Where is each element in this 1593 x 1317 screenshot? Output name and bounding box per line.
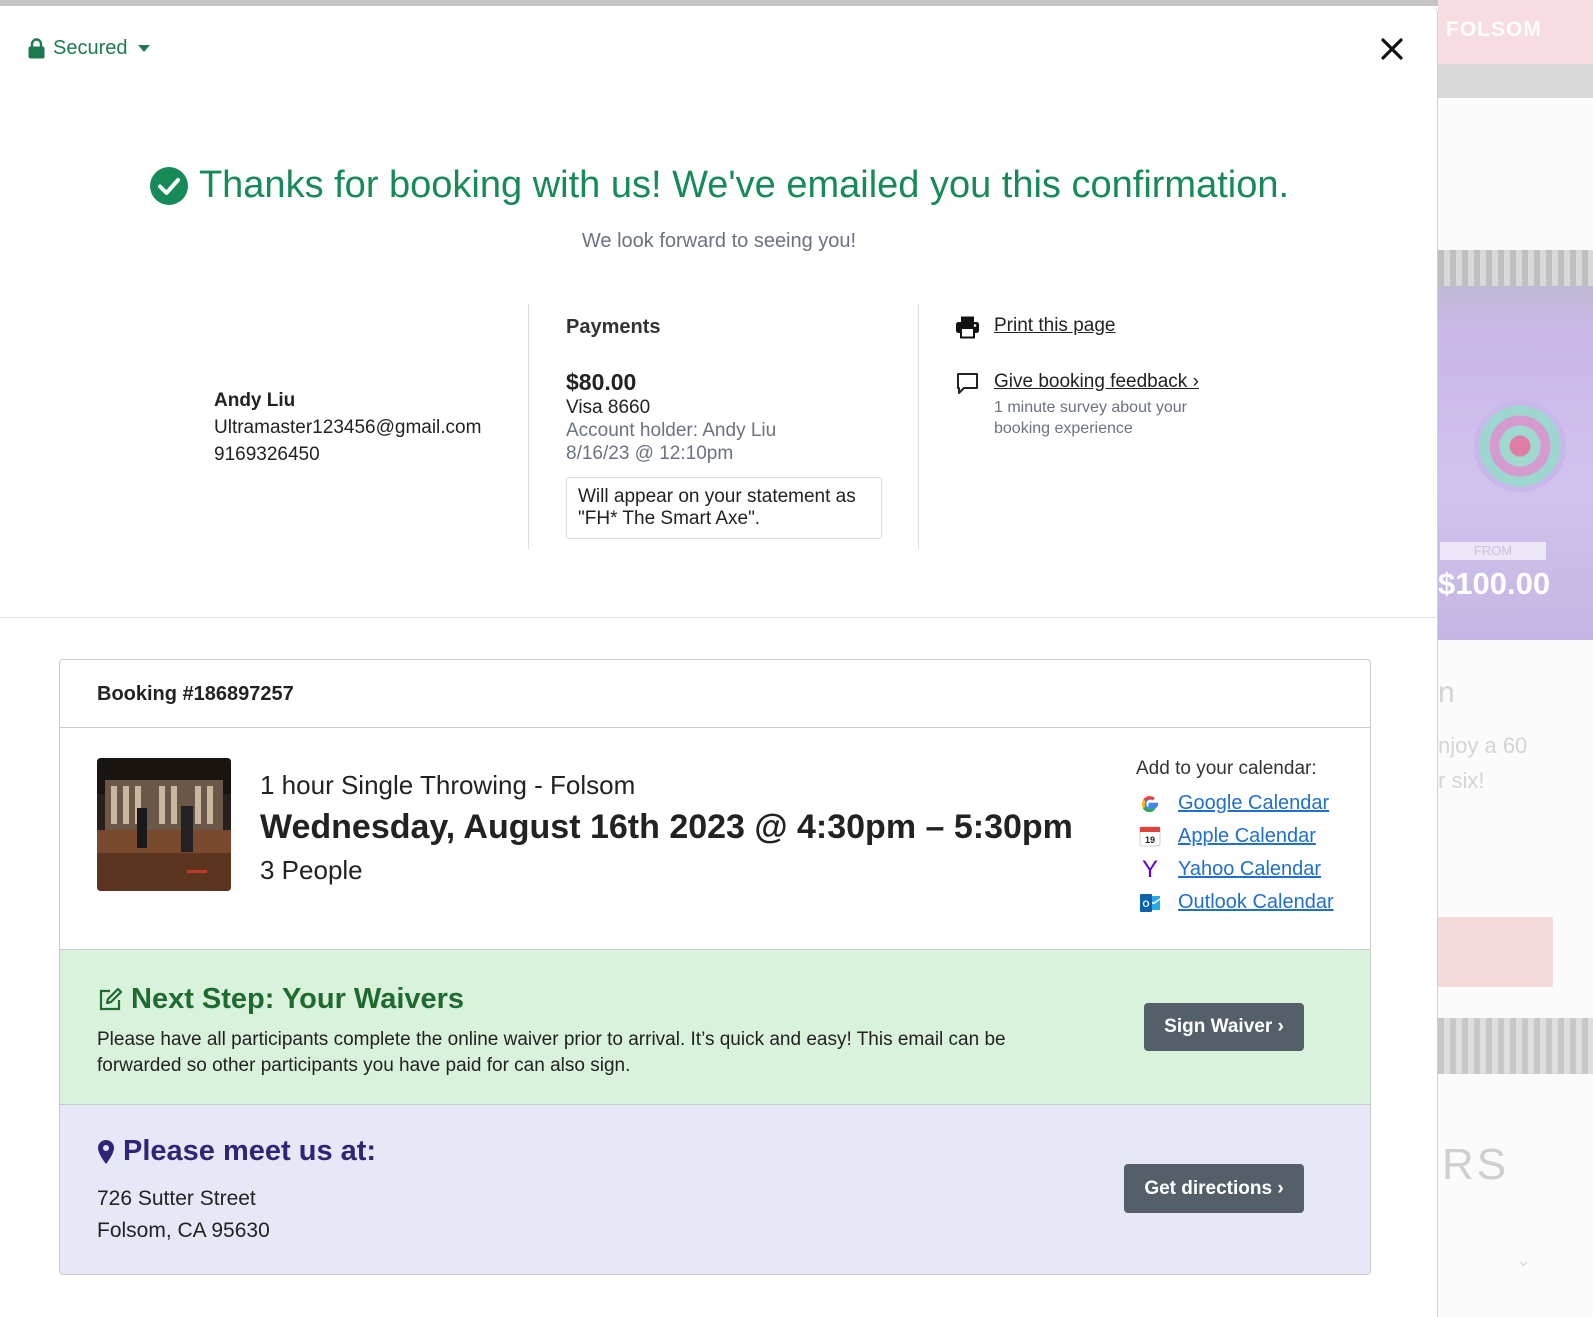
location-address: 726 Sutter Street Folsom, CA 95630 bbox=[97, 1183, 270, 1247]
close-button[interactable] bbox=[1377, 34, 1407, 64]
outlook-icon-text: O bbox=[1142, 899, 1149, 909]
comment-icon bbox=[957, 373, 978, 394]
apple-calendar-link[interactable]: Apple Calendar bbox=[1178, 825, 1316, 848]
background-brand: FOLSOM bbox=[1446, 18, 1542, 41]
section-divider bbox=[0, 617, 1438, 618]
booking-card: Booking #186897257 1 hour Single Throwin… bbox=[59, 659, 1371, 1275]
background-target-image bbox=[1474, 400, 1566, 492]
background-heading-fragment: n bbox=[1438, 676, 1455, 709]
apple-calendar-icon-text: 19 bbox=[1145, 835, 1155, 845]
background-button bbox=[1438, 917, 1553, 987]
yahoo-icon: Y bbox=[1141, 855, 1158, 883]
edit-icon bbox=[99, 987, 123, 1010]
payments-title: Payments bbox=[566, 316, 661, 338]
background-nav-bar bbox=[1438, 64, 1593, 98]
payment-card: Visa 8660 bbox=[566, 397, 651, 418]
address-street: 726 Sutter Street bbox=[97, 1187, 256, 1210]
calendar-option-apple[interactable]: 19 Apple Calendar bbox=[1136, 820, 1334, 853]
meeting-location-section: Please meet us at: 726 Sutter Street Fol… bbox=[60, 1105, 1370, 1274]
waivers-title: Next Step: Your Waivers bbox=[97, 983, 464, 1016]
background-heading-fragment: RS bbox=[1442, 1140, 1510, 1189]
google-icon bbox=[1141, 795, 1158, 812]
calendar-option-outlook[interactable]: O Outlook Calendar bbox=[1136, 886, 1334, 919]
waivers-section: Next Step: Your Waivers Please have all … bbox=[60, 949, 1370, 1105]
outlook-icon: O bbox=[1140, 893, 1161, 912]
print-page-link[interactable]: Print this page bbox=[994, 315, 1115, 337]
outlook-calendar-link[interactable]: Outlook Calendar bbox=[1178, 891, 1334, 914]
background-header: FOLSOM bbox=[1438, 0, 1593, 64]
print-row: Print this page bbox=[955, 315, 1214, 339]
activity-thumbnail bbox=[97, 758, 231, 891]
google-calendar-link[interactable]: Google Calendar bbox=[1178, 792, 1329, 815]
calendar-option-google[interactable]: Google Calendar bbox=[1136, 787, 1334, 820]
calendar-option-yahoo[interactable]: Y Yahoo Calendar bbox=[1136, 853, 1334, 886]
contact-details: Andy Liu Ultramaster123456@gmail.com 916… bbox=[214, 387, 481, 468]
secured-dropdown[interactable]: Secured bbox=[28, 37, 150, 60]
background-text-fragment: njoy a 60 bbox=[1438, 733, 1528, 758]
booking-people-count: 3 People bbox=[260, 855, 363, 885]
map-pin-icon bbox=[98, 1139, 114, 1164]
booking-feedback-link[interactable]: Give booking feedback › bbox=[994, 371, 1214, 393]
contact-name: Andy Liu bbox=[214, 390, 296, 411]
payment-account-holder: Account holder: Andy Liu bbox=[566, 420, 777, 441]
statement-note: Will appear on your statement as "FH* Th… bbox=[566, 477, 882, 539]
actions-section: Print this page Give booking feedback › … bbox=[955, 315, 1214, 439]
sign-waiver-button[interactable]: Sign Waiver › bbox=[1144, 1003, 1304, 1051]
booking-number: Booking #186897257 bbox=[60, 660, 1370, 728]
contact-email: Ultramaster123456@gmail.com bbox=[214, 417, 482, 438]
waivers-title-text: Next Step: Your Waivers bbox=[131, 983, 465, 1015]
yahoo-calendar-link[interactable]: Yahoo Calendar bbox=[1178, 858, 1321, 881]
background-image-strip bbox=[1438, 1018, 1593, 1074]
caret-down-icon bbox=[137, 45, 150, 52]
confirmation-headline: Thanks for booking with us! We've emaile… bbox=[0, 164, 1438, 207]
waivers-description: Please have all participants complete th… bbox=[97, 1029, 1006, 1076]
payments-section: Payments $80.00 Visa 8660 Account holder… bbox=[566, 316, 882, 539]
payment-amount: $80.00 bbox=[566, 369, 637, 395]
apple-calendar-icon: 19 bbox=[1139, 826, 1161, 847]
feedback-row: Give booking feedback › 1 minute survey … bbox=[955, 371, 1214, 439]
get-directions-button[interactable]: Get directions › bbox=[1124, 1164, 1304, 1213]
address-city: Folsom, CA 95630 bbox=[97, 1219, 270, 1242]
background-product-card: FROM $100.00 bbox=[1438, 250, 1593, 640]
booking-date-time: Wednesday, August 16th 2023 @ 4:30pm – 5… bbox=[260, 808, 1073, 846]
booking-confirmation-modal: Secured Thanks for booking with us! We'v… bbox=[0, 6, 1438, 1317]
add-to-calendar: Add to your calendar: Google Calendar 19… bbox=[1136, 758, 1334, 919]
background-from-label: FROM bbox=[1440, 542, 1546, 560]
calendar-title: Add to your calendar: bbox=[1136, 758, 1317, 779]
activity-name: 1 hour Single Throwing - Folsom bbox=[260, 770, 636, 800]
close-icon bbox=[1381, 38, 1403, 60]
location-title: Please meet us at: bbox=[97, 1135, 376, 1168]
check-circle-icon bbox=[149, 166, 188, 205]
booking-details: 1 hour Single Throwing - Folsom Wednesda… bbox=[60, 728, 1370, 949]
column-divider bbox=[918, 304, 919, 549]
background-price: $100.00 bbox=[1438, 566, 1551, 601]
confirmation-subhead: We look forward to seeing you! bbox=[581, 230, 857, 252]
secured-label: Secured bbox=[53, 37, 128, 59]
chevron-down-icon: ⌄ bbox=[1516, 1250, 1532, 1270]
background-card-image-strip bbox=[1438, 250, 1593, 286]
contact-phone: 9169326450 bbox=[214, 444, 320, 465]
lock-icon bbox=[28, 38, 45, 59]
feedback-subtext: 1 minute survey about your booking exper… bbox=[994, 399, 1187, 437]
background-page: FOLSOM FROM $100.00 n njoy a 60 r six! R… bbox=[1438, 0, 1593, 1317]
location-title-text: Please meet us at: bbox=[123, 1135, 377, 1167]
payment-datetime: 8/16/23 @ 12:10pm bbox=[566, 443, 734, 464]
background-text-fragment: r six! bbox=[1438, 768, 1485, 793]
column-divider bbox=[528, 304, 529, 549]
headline-text: Thanks for booking with us! We've emaile… bbox=[198, 164, 1290, 206]
printer-icon bbox=[956, 316, 979, 339]
